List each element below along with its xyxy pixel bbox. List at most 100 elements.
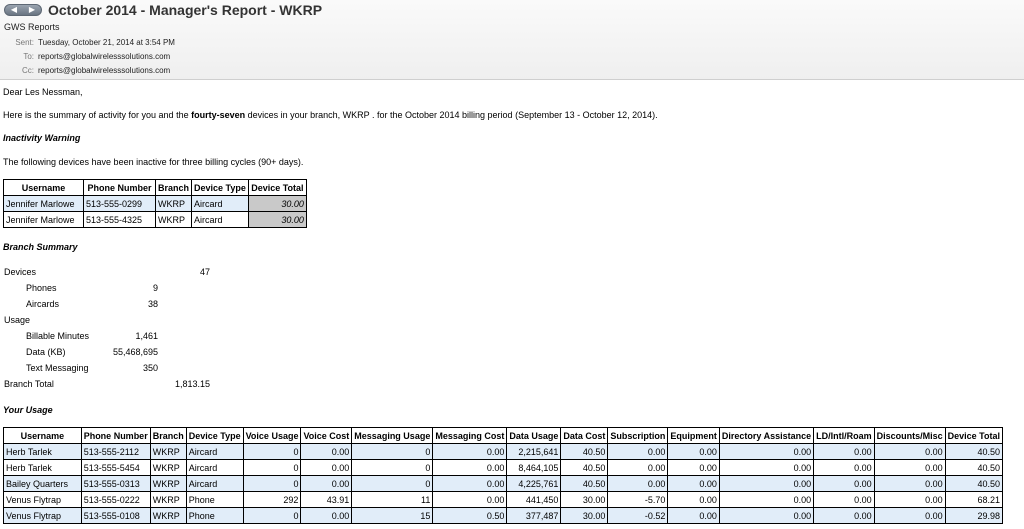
usage-table-body: Herb Tarlek 513-555-2112 WKRP Aircard 0 0.00 0… <box>3 443 1004 524</box>
cell-device-total: 29.98 <box>944 507 1004 524</box>
cell-messaging-cost: 0.00 <box>432 459 508 476</box>
cell-device-type: Phone <box>185 507 244 524</box>
email-from[interactable]: GWS Reports <box>4 22 60 32</box>
cell-device-total: 68.21 <box>944 491 1004 508</box>
col-device-total: Device Total <box>944 427 1004 444</box>
cell-voice-cost: 0.00 <box>300 443 353 460</box>
cell-directory-assistance: 0.00 <box>718 459 815 476</box>
cell-data-cost: 30.00 <box>560 507 609 524</box>
col-phone: Phone Number <box>80 427 151 444</box>
intro-post: devices in your branch, WKRP . for the O… <box>245 110 658 120</box>
cell-data-cost: 40.50 <box>560 443 609 460</box>
aircards-label: Aircards <box>26 299 60 309</box>
table-row: Jennifer Marlowe 513-555-4325 WKRP Airca… <box>3 211 307 228</box>
cell-voice-cost: 43.91 <box>300 491 353 508</box>
col-device-type: Device Type <box>185 427 244 444</box>
cell-username: Venus Flytrap <box>3 491 82 508</box>
cell-branch: WKRP <box>149 491 187 508</box>
cell-branch: WKRP <box>154 195 193 212</box>
cell-username: Jennifer Marlowe <box>3 211 84 228</box>
col-branch: Branch <box>154 179 193 196</box>
cell-equipment: 0.00 <box>667 507 720 524</box>
cell-messaging-usage: 0 <box>351 459 434 476</box>
cell-messaging-cost: 0.00 <box>432 443 508 460</box>
table-row: Jennifer Marlowe 513-555-0299 WKRP Airca… <box>3 195 307 212</box>
cc-value[interactable]: reports@globalwirelesssolutions.com <box>38 66 170 75</box>
cell-phone: 513-555-2112 <box>80 443 151 460</box>
cell-voice-usage: 0 <box>242 475 302 492</box>
inactivity-heading: Inactivity Warning <box>3 133 81 143</box>
your-usage-heading: Your Usage <box>3 405 53 415</box>
cell-discounts-misc: 0.00 <box>873 459 946 476</box>
table-header-row: Username Phone Number Branch Device Type… <box>3 427 1004 444</box>
cell-directory-assistance: 0.00 <box>718 507 815 524</box>
col-data-usage: Data Usage <box>506 427 562 444</box>
table-row: Venus Flytrap 513-555-0222 WKRP Phone 292 43.… <box>3 491 1004 508</box>
cell-subscription: 0.00 <box>607 475 669 492</box>
cell-equipment: 0.00 <box>667 443 720 460</box>
cell-data-usage: 377,487 <box>506 507 562 524</box>
col-phone: Phone Number <box>83 179 156 196</box>
cell-messaging-cost: 0.50 <box>432 507 508 524</box>
col-device-type: Device Type <box>191 179 249 196</box>
email-header: ◀ ▶ October 2014 - Manager's Report - WK… <box>0 0 1024 80</box>
usage-label: Usage <box>4 315 31 325</box>
branch-total-value: 1,813.15 <box>174 379 210 389</box>
cell-voice-usage: 0 <box>242 443 302 460</box>
cell-messaging-usage: 0 <box>351 475 434 492</box>
cell-username: Herb Tarlek <box>3 443 82 460</box>
cell-device-total: 30.00 <box>247 195 307 212</box>
cell-subscription: 0.00 <box>607 443 669 460</box>
phones-label: Phones <box>26 283 57 293</box>
col-equipment: Equipment <box>667 427 720 444</box>
col-discounts-misc: Discounts/Misc <box>873 427 946 444</box>
cell-ld-intl-roam: 0.00 <box>813 507 875 524</box>
col-username: Username <box>3 427 82 444</box>
cell-voice-cost: 0.00 <box>300 507 353 524</box>
device-count-word: fourty-seven <box>191 110 246 120</box>
phones-value: 9 <box>152 283 158 293</box>
intro-text: Here is the summary of activity for you … <box>3 110 658 120</box>
cell-device-total: 40.50 <box>944 443 1004 460</box>
col-messaging-cost: Messaging Cost <box>432 427 508 444</box>
table-row: Herb Tarlek 513-555-5454 WKRP Aircard 0 0.00 0… <box>3 459 1004 476</box>
text-messaging-label: Text Messaging <box>26 363 89 373</box>
cell-username: Herb Tarlek <box>3 459 82 476</box>
inactive-devices-table: Username Phone Number Branch Device Type… <box>3 179 307 228</box>
cell-directory-assistance: 0.00 <box>718 475 815 492</box>
sent-value: Tuesday, October 21, 2014 at 3:54 PM <box>38 38 175 47</box>
col-device-total: Device Total <box>247 179 307 196</box>
col-data-cost: Data Cost <box>560 427 609 444</box>
greeting: Dear Les Nessman, <box>3 87 83 97</box>
cell-phone: 513-555-5454 <box>80 459 151 476</box>
cell-directory-assistance: 0.00 <box>718 491 815 508</box>
nav-buttons[interactable]: ◀ ▶ <box>4 4 42 16</box>
col-voice-cost: Voice Cost <box>300 427 353 444</box>
back-arrow-icon[interactable]: ◀ <box>5 5 23 15</box>
cell-discounts-misc: 0.00 <box>873 475 946 492</box>
cell-device-type: Aircard <box>185 443 244 460</box>
usage-table: Username Phone Number Branch Device Type… <box>3 427 1004 524</box>
sent-label: Sent: <box>15 38 34 47</box>
to-value[interactable]: reports@globalwirelesssolutions.com <box>38 52 170 61</box>
cell-phone: 513-555-0313 <box>80 475 151 492</box>
table-header-row: Username Phone Number Branch Device Type… <box>3 179 307 196</box>
cell-branch: WKRP <box>149 475 187 492</box>
data-kb-value: 55,468,695 <box>112 347 158 357</box>
branch-total-label: Branch Total <box>4 379 54 389</box>
cell-voice-usage: 0 <box>242 459 302 476</box>
cell-discounts-misc: 0.00 <box>873 491 946 508</box>
cell-device-total: 40.50 <box>944 459 1004 476</box>
cell-username: Bailey Quarters <box>3 475 82 492</box>
cell-messaging-usage: 11 <box>351 491 434 508</box>
cell-username: Venus Flytrap <box>3 507 82 524</box>
cell-device-type: Aircard <box>191 195 249 212</box>
data-kb-label: Data (KB) <box>26 347 66 357</box>
forward-arrow-icon[interactable]: ▶ <box>23 5 41 15</box>
cell-data-usage: 441,450 <box>506 491 562 508</box>
cell-equipment: 0.00 <box>667 459 720 476</box>
cell-branch: WKRP <box>149 443 187 460</box>
minutes-label: Billable Minutes <box>26 331 90 341</box>
cell-phone: 513-555-4325 <box>83 211 156 228</box>
cell-ld-intl-roam: 0.00 <box>813 491 875 508</box>
